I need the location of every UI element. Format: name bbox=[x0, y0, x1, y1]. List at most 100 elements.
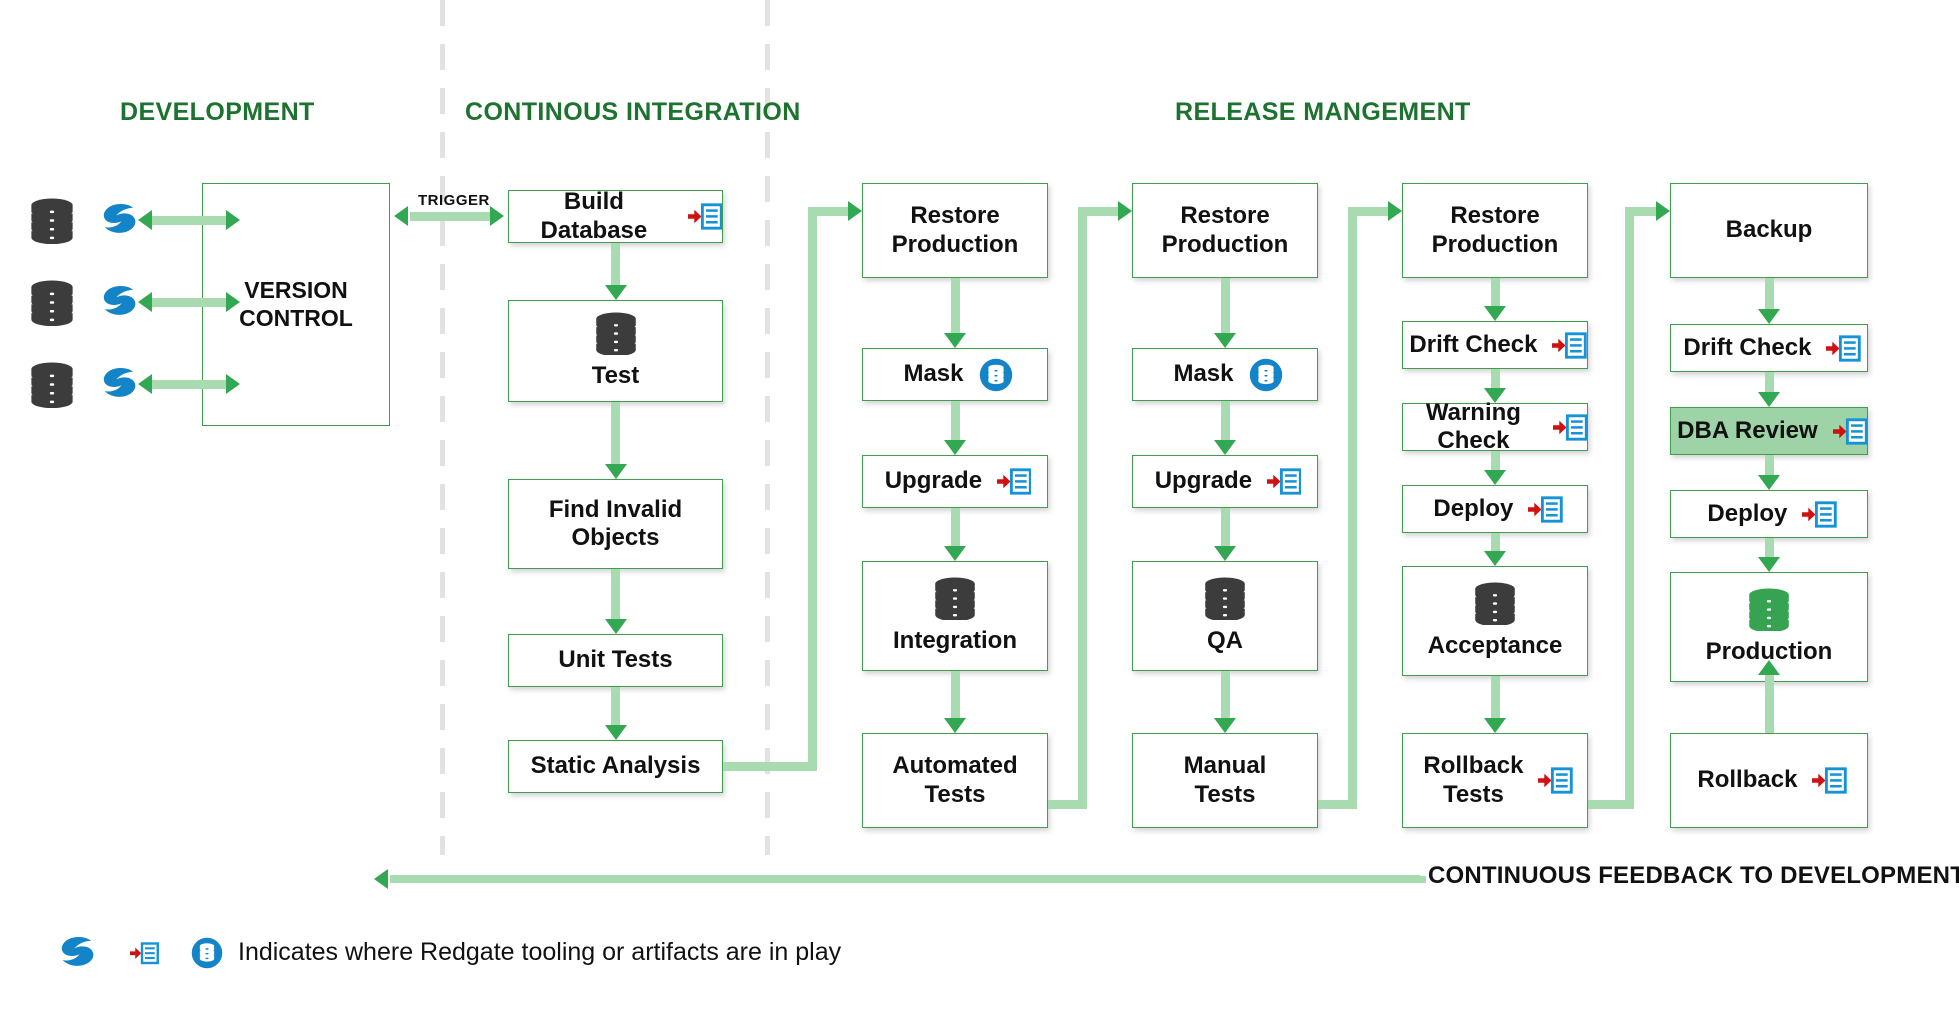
connector-line bbox=[1220, 508, 1230, 548]
process-box-label: Drift Check bbox=[1683, 333, 1812, 361]
phase-separator-2 bbox=[765, 0, 770, 855]
connector-arrowhead bbox=[604, 619, 627, 634]
artifact-icon bbox=[1802, 500, 1837, 528]
connector-line bbox=[1348, 206, 1357, 809]
process-box-label: Drift Check bbox=[1409, 330, 1538, 358]
process-box-label-line1: Restore bbox=[1180, 202, 1270, 230]
process-box-drift-check-prod[interactable]: Drift Check bbox=[1670, 324, 1868, 372]
connector-line bbox=[1764, 538, 1774, 559]
process-box-label: Integration bbox=[893, 627, 1017, 655]
process-box-label-line2: Production bbox=[1431, 230, 1559, 258]
artifact-icon bbox=[687, 203, 722, 230]
artifact-icon bbox=[1267, 468, 1302, 495]
database-icon bbox=[28, 362, 76, 409]
process-box-upgrade-int[interactable]: Upgrade bbox=[862, 455, 1048, 508]
connector-arrowhead bbox=[1484, 470, 1506, 485]
connector-arrowhead bbox=[1758, 557, 1780, 572]
process-box-label: QA bbox=[1207, 627, 1243, 655]
process-box-warning-check[interactable]: Warning Check bbox=[1402, 399, 1588, 454]
connector-line bbox=[152, 298, 232, 307]
process-box-label-line1: Rollback bbox=[1423, 752, 1524, 780]
artifact-icon bbox=[1552, 413, 1587, 441]
process-box-automated-tests[interactable]: Automated Tests bbox=[862, 733, 1048, 828]
process-box-integration-db[interactable]: Integration bbox=[862, 561, 1048, 671]
process-box-backup[interactable]: Backup bbox=[1670, 183, 1868, 278]
trigger-label: TRIGGER bbox=[418, 192, 490, 209]
connector-arrowhead bbox=[604, 464, 627, 479]
database-icon bbox=[28, 198, 76, 245]
connector-line bbox=[1625, 206, 1658, 216]
connector-line bbox=[1490, 533, 1500, 553]
connector-arrowhead bbox=[374, 869, 388, 889]
artifact-icon bbox=[1826, 334, 1861, 362]
artifact-icon bbox=[130, 942, 159, 965]
phase-title-release-management: RELEASE MANGEMENT bbox=[1175, 98, 1471, 126]
database-icon bbox=[593, 312, 639, 356]
artifact-icon bbox=[1528, 495, 1563, 523]
connector-line bbox=[1220, 671, 1230, 720]
process-box-drift-check-acc[interactable]: Drift Check bbox=[1402, 321, 1588, 369]
process-box-label-line2: Objects bbox=[571, 524, 660, 551]
mask-icon bbox=[1249, 358, 1283, 392]
connector-arrowhead bbox=[1214, 718, 1236, 733]
connector-line bbox=[1764, 455, 1774, 477]
process-box-manual-tests[interactable]: Manual Tests bbox=[1132, 733, 1318, 828]
process-box-restore-production-int[interactable]: Restore Production bbox=[862, 183, 1048, 278]
connector-line bbox=[1220, 278, 1230, 335]
process-box-deploy-acc[interactable]: Deploy bbox=[1402, 485, 1588, 533]
process-box-test[interactable]: Test bbox=[508, 300, 723, 402]
process-box-upgrade-qa[interactable]: Upgrade bbox=[1132, 455, 1318, 508]
connector-line bbox=[611, 402, 620, 466]
connector-arrowhead bbox=[490, 206, 504, 226]
connector-line bbox=[611, 243, 620, 287]
connector-line bbox=[611, 687, 620, 727]
process-box-find-invalid-objects[interactable]: Find Invalid Objects bbox=[508, 479, 723, 569]
process-box-restore-production-acc[interactable]: Restore Production bbox=[1402, 183, 1588, 278]
process-box-label-line1: Restore bbox=[1450, 202, 1540, 230]
artifact-icon bbox=[1812, 767, 1847, 794]
process-box-label-line1: Find Invalid bbox=[548, 495, 683, 523]
connector-arrowhead bbox=[944, 440, 966, 455]
connector-arrowhead bbox=[1758, 309, 1780, 324]
process-box-static-analysis[interactable]: Static Analysis bbox=[508, 740, 723, 793]
redgate-swirl-icon bbox=[56, 935, 98, 972]
process-box-build-database[interactable]: Build Database bbox=[508, 188, 723, 244]
phase-separator-1 bbox=[440, 0, 445, 855]
mask-icon bbox=[979, 358, 1013, 392]
connector-arrowhead bbox=[1484, 306, 1506, 321]
connector-arrowhead bbox=[944, 546, 966, 561]
connector-line bbox=[1764, 278, 1774, 311]
process-box-mask-qa[interactable]: Mask bbox=[1132, 348, 1318, 401]
connector-arrowhead bbox=[848, 201, 862, 221]
process-box-label: DBA Review bbox=[1677, 416, 1818, 444]
process-box-rollback[interactable]: Rollback bbox=[1670, 733, 1868, 828]
database-icon bbox=[28, 280, 76, 327]
process-box-unit-tests[interactable]: Unit Tests bbox=[508, 634, 723, 687]
process-box-label: Static Analysis bbox=[530, 752, 701, 780]
process-box-label-line2: Tests bbox=[1442, 780, 1504, 808]
connector-line bbox=[950, 508, 960, 548]
connector-arrowhead bbox=[138, 374, 152, 394]
process-box-rollback-tests[interactable]: Rollback Tests bbox=[1402, 733, 1588, 828]
process-box-dba-review[interactable]: DBA Review bbox=[1670, 407, 1868, 455]
process-box-qa-db[interactable]: QA bbox=[1132, 561, 1318, 671]
process-box-deploy-prod[interactable]: Deploy bbox=[1670, 490, 1868, 538]
connector-line bbox=[723, 762, 817, 771]
process-box-mask-int[interactable]: Mask bbox=[862, 348, 1048, 401]
connector-line bbox=[1220, 401, 1230, 442]
database-icon bbox=[1202, 577, 1248, 621]
process-box-label: Restore Production bbox=[1426, 202, 1565, 259]
process-box-label: Automated Tests bbox=[886, 752, 1023, 809]
db-source-row bbox=[28, 198, 140, 245]
connector-arrowhead bbox=[226, 210, 240, 230]
process-box-label-line2: Tests bbox=[1194, 780, 1256, 808]
process-box-label: Find Invalid Objects bbox=[543, 496, 688, 553]
connector-arrowhead bbox=[1758, 660, 1780, 675]
process-box-label: Test bbox=[591, 362, 640, 390]
artifact-icon bbox=[1832, 417, 1867, 445]
connector-arrowhead bbox=[1214, 440, 1236, 455]
process-box-acceptance-db[interactable]: Acceptance bbox=[1402, 566, 1588, 676]
process-box-label: Upgrade bbox=[1154, 467, 1253, 495]
connector-line bbox=[410, 212, 496, 221]
process-box-restore-production-qa[interactable]: Restore Production bbox=[1132, 183, 1318, 278]
